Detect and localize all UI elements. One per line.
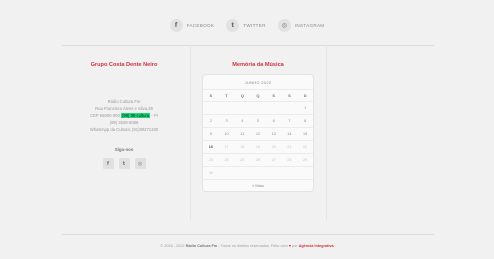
calendar-day[interactable]: 19 xyxy=(250,145,266,149)
calendar-day[interactable]: 20 xyxy=(266,145,282,149)
calendar-day[interactable]: 27 xyxy=(266,158,282,162)
calendar-day[interactable]: 26 xyxy=(250,158,266,162)
social-facebook-label: FACEBOOK xyxy=(186,22,215,28)
social-bar: f FACEBOOK t TWITTER ◎ INSTAGRAM xyxy=(0,16,494,34)
calendar-day[interactable]: 18 xyxy=(234,145,250,149)
facebook-icon: f xyxy=(169,18,183,32)
footer-suffix: por xyxy=(290,244,299,248)
address-line-2: Rua Francisco Alves e Silva,29 xyxy=(95,106,153,111)
top-divider xyxy=(62,45,434,46)
contact-column: Grupo Costa Dente Neiro Rádio Cultura Fm… xyxy=(62,62,186,169)
calendar-day[interactable]: 3 xyxy=(219,119,235,123)
calendar-day[interactable]: 11 xyxy=(234,132,250,136)
follow-icons: f t ◎ xyxy=(62,158,186,169)
footer-brand[interactable]: Rádio Cultura Fm xyxy=(186,244,218,248)
instagram-icon[interactable]: ◎ xyxy=(134,158,146,169)
highlighted-phone: (99) 98-cultura xyxy=(120,113,151,118)
calendar-day[interactable]: 1 xyxy=(297,106,313,110)
calendar-day[interactable]: 15 xyxy=(297,132,313,136)
calendar-day[interactable]: 25 xyxy=(234,158,250,162)
weekday-label: D xyxy=(303,93,307,98)
address-line-1: Rádio Cultura Fm xyxy=(107,99,141,104)
calendar-day[interactable]: 5 xyxy=(250,119,266,123)
weekday-label: S xyxy=(272,93,276,98)
footer-prefix: © 2016 - 2022 xyxy=(160,244,186,248)
address-line-4: (99) 3529-5089 xyxy=(109,120,139,125)
address-line-3-suffix: - PI xyxy=(150,113,158,118)
calendar-day[interactable]: 30 xyxy=(203,171,219,175)
social-instagram-link[interactable]: ◎ INSTAGRAM xyxy=(277,18,325,32)
calendar-day[interactable]: 4 xyxy=(234,119,250,123)
weekday-label: S xyxy=(288,93,291,98)
weekday-label: T xyxy=(225,93,228,98)
social-twitter-label: TWITTER xyxy=(243,22,266,28)
twitter-icon[interactable]: t xyxy=(118,158,130,169)
footer: © 2016 - 2022 Rádio Cultura Fm - Todos o… xyxy=(0,244,494,248)
calendar-day[interactable]: 23 xyxy=(203,158,219,162)
calendar-day[interactable]: 13 xyxy=(266,132,282,136)
twitter-icon: t xyxy=(226,18,240,32)
calendar-caption: JUNHO 2022 xyxy=(244,79,272,85)
calendar-day[interactable]: 17 xyxy=(219,145,235,149)
calendar-day[interactable]: 6 xyxy=(266,119,282,123)
calendar-day[interactable]: 12 xyxy=(250,132,266,136)
calendar-title: Memória da Música xyxy=(232,62,284,68)
weekday-label: Q xyxy=(240,93,244,98)
calendar-day[interactable]: 16 xyxy=(203,145,219,149)
facebook-icon[interactable]: f xyxy=(102,158,114,169)
address-line-3: CEP 65000-000 (99) 98-cultura - PI xyxy=(62,112,186,119)
calendar-day[interactable]: 9 xyxy=(203,132,219,136)
calendar-day[interactable]: 7 xyxy=(282,119,298,123)
calendar-day[interactable]: 24 xyxy=(219,158,235,162)
calendar-day[interactable]: 28 xyxy=(282,158,298,162)
weekday-label: S xyxy=(209,93,213,98)
address-line-5: WhatsApp da Cultura: (91)98271330 xyxy=(89,127,159,132)
bottom-divider xyxy=(62,234,434,235)
column-divider-right xyxy=(326,45,327,220)
calendar-week-row: 30 xyxy=(203,166,313,179)
calendar-week-row: 23 24 25 26 27 28 29 xyxy=(203,153,313,166)
contact-address: Rádio Cultura Fm Rua Francisco Alves e S… xyxy=(62,98,186,133)
calendar-day[interactable]: 14 xyxy=(282,132,298,136)
calendar-day[interactable]: 21 xyxy=(282,145,298,149)
weekday-label: Q xyxy=(256,93,260,98)
calendar-day[interactable]: 10 xyxy=(219,132,235,136)
calendar-day[interactable]: 22 xyxy=(297,145,313,149)
calendar-day[interactable]: 8 xyxy=(297,119,313,123)
page: f FACEBOOK t TWITTER ◎ INSTAGRAM Grupo C… xyxy=(0,0,494,259)
calendar-week-row: 2345678 xyxy=(203,114,313,127)
calendar-week-row: 16 17 18 19 20 21 22 xyxy=(203,140,313,153)
calendar-weekdays: STQQSSD xyxy=(203,89,313,101)
social-instagram-label: INSTAGRAM xyxy=(294,22,325,28)
follow-title: Siga-nos xyxy=(114,147,134,152)
contact-title: Grupo Costa Dente Neiro xyxy=(90,62,158,68)
address-line-3-prefix: CEP 65000-000 xyxy=(90,113,121,118)
footer-author-link[interactable]: Agência Integrativa xyxy=(299,244,334,248)
calendar-widget: JUNHO 2022 STQQSSD 1 2 3 4 5 6 7 8 9 10 11 12 13 14 15… xyxy=(202,74,314,192)
social-facebook-link[interactable]: f FACEBOOK xyxy=(169,18,215,32)
calendar-week-row: 9 10 11 12 13 14 15 xyxy=(203,127,313,140)
column-divider xyxy=(190,45,191,220)
calendar-body: 1 2 3 4 5 6 7 8 9 10 11 12 13 14 15 16 17 18 19 20 21 22 23 24 2… xyxy=(203,101,313,179)
instagram-icon: ◎ xyxy=(277,18,291,32)
calendar-day[interactable]: 29 xyxy=(297,158,313,162)
calendar-day[interactable]: 2 xyxy=(203,119,219,123)
footer-middle: - Todos os direitos reservados. Feito co… xyxy=(217,244,289,248)
social-twitter-link[interactable]: t TWITTER xyxy=(226,18,266,32)
calendar-prev-month-link[interactable]: « Maio xyxy=(203,179,313,191)
calendar-week-row: 1 xyxy=(203,101,313,114)
calendar-column: Memória da Música JUNHO 2022 STQQSSD 123… xyxy=(202,62,314,192)
